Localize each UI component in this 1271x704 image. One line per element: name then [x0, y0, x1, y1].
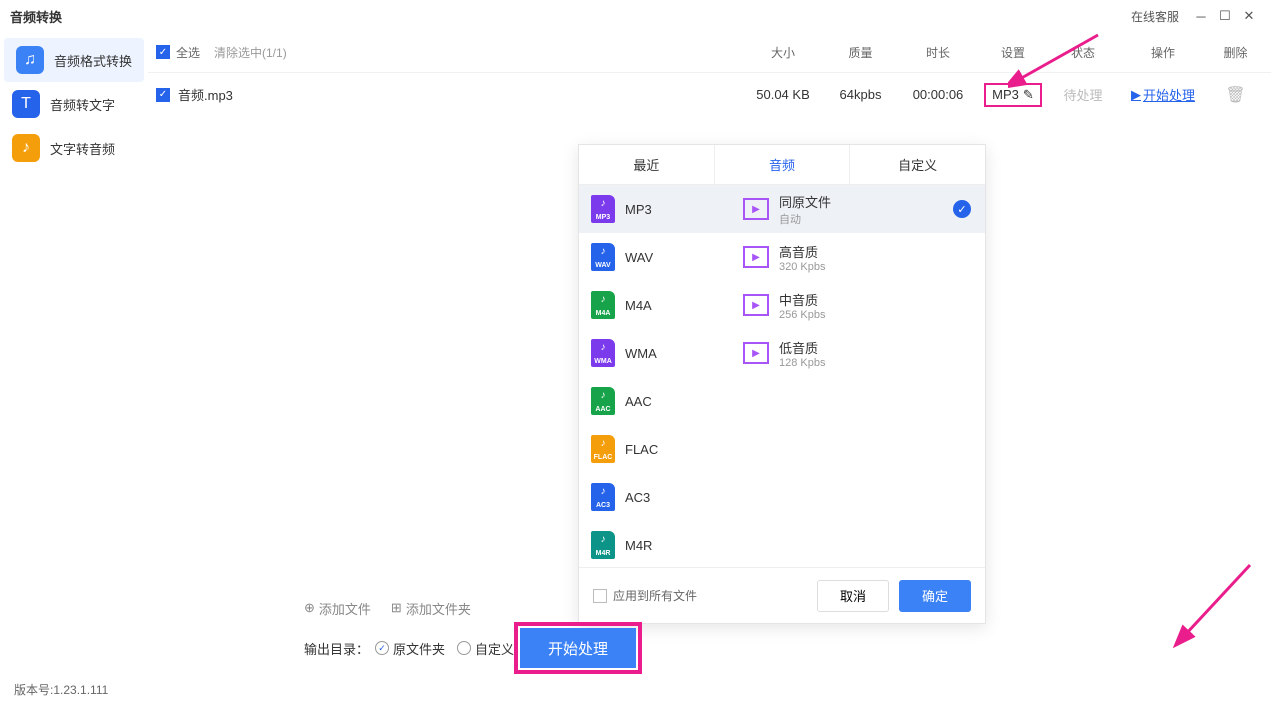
add-file-button[interactable]: ⊕添加文件 — [304, 599, 371, 618]
titlebar: 音频转换 在线客服 ─ ☐ ✕ — [0, 0, 1271, 32]
col-size: 大小 — [743, 44, 823, 61]
file-duration: 00:00:06 — [898, 87, 978, 102]
format-list: MP3MP3 WAVWAV M4AM4A WMAWMA AACAAC FLACF… — [579, 185, 729, 567]
col-quality: 质量 — [823, 44, 898, 61]
file-setting[interactable]: MP3✎ — [978, 83, 1048, 107]
quality-low[interactable]: ▶ 低音质128 Kpbs — [729, 329, 985, 377]
audio-convert-icon: ♫ — [16, 46, 44, 74]
text-to-audio-icon: ♪ — [12, 134, 40, 162]
format-wav[interactable]: WAVWAV — [579, 233, 729, 281]
bottom-toolbar: ⊕添加文件 ⊞添加文件夹 — [296, 588, 1271, 628]
start-highlight: 开始处理 — [514, 622, 642, 674]
start-process-button[interactable]: 开始处理 — [520, 628, 636, 668]
add-folder-button[interactable]: ⊞添加文件夹 — [391, 599, 471, 618]
video-icon: ▶ — [743, 198, 769, 220]
sidebar-item-label: 文字转音频 — [50, 139, 115, 158]
file-status: 待处理 — [1048, 85, 1118, 104]
file-checkbox[interactable]: ✓ — [156, 88, 170, 102]
video-icon: ▶ — [743, 342, 769, 364]
col-settings: 设置 — [978, 44, 1048, 61]
format-aac[interactable]: AACAAC — [579, 377, 729, 425]
sidebar-item-text-to-audio[interactable]: ♪ 文字转音频 — [0, 126, 148, 170]
folder-plus-icon: ⊞ — [391, 600, 402, 616]
plus-icon: ⊕ — [304, 600, 315, 616]
file-name: 音频.mp3 — [178, 85, 233, 104]
edit-icon: ✎ — [1023, 87, 1034, 103]
output-bar: 输出目录： 原文件夹 自定义 开始处理 — [296, 628, 1271, 668]
format-popup: 最近 音频 自定义 MP3MP3 WAVWAV M4AM4A WMAWMA AA… — [578, 144, 986, 624]
format-flac[interactable]: FLACFLAC — [579, 425, 729, 473]
video-icon: ▶ — [743, 246, 769, 268]
file-row[interactable]: ✓ 音频.mp3 50.04 KB 64kpbs 00:00:06 MP3✎ 待… — [148, 72, 1271, 116]
sidebar-item-audio-to-text[interactable]: T 音频转文字 — [0, 82, 148, 126]
col-operate: 操作 — [1118, 44, 1208, 61]
format-m4a[interactable]: M4AM4A — [579, 281, 729, 329]
app-title: 音频转换 — [10, 7, 62, 26]
maximize-button[interactable]: ☐ — [1213, 4, 1237, 28]
quality-high[interactable]: ▶ 高音质320 Kpbs — [729, 233, 985, 281]
col-status: 状态 — [1048, 44, 1118, 61]
tab-recent[interactable]: 最近 — [579, 145, 714, 184]
sidebar-item-label: 音频格式转换 — [54, 51, 132, 70]
online-support-link[interactable]: 在线客服 — [1131, 8, 1179, 25]
quality-medium[interactable]: ▶ 中音质256 Kpbs — [729, 281, 985, 329]
select-all[interactable]: ✓ 全选 — [156, 44, 200, 61]
sidebar: ♫ 音频格式转换 T 音频转文字 ♪ 文字转音频 — [0, 32, 148, 684]
format-m4r[interactable]: M4RM4R — [579, 521, 729, 567]
file-quality: 64kpbs — [823, 87, 898, 102]
audio-to-text-icon: T — [12, 90, 40, 118]
file-delete[interactable]: 🗑 — [1208, 85, 1263, 105]
quality-list: ▶ 同原文件自动 ✓ ▶ 高音质320 Kpbs ▶ 中音质256 Kpbs ▶ — [729, 185, 985, 567]
output-label: 输出目录： — [304, 639, 369, 658]
file-operate[interactable]: ▶开始处理 — [1118, 85, 1208, 104]
output-original[interactable]: 原文件夹 — [375, 639, 445, 658]
list-header: ✓ 全选 清除选中(1/1) 大小 质量 时长 设置 状态 操作 删除 — [148, 32, 1271, 72]
close-button[interactable]: ✕ — [1237, 4, 1261, 28]
col-duration: 时长 — [898, 44, 978, 61]
video-icon: ▶ — [743, 294, 769, 316]
sidebar-item-label: 音频转文字 — [50, 95, 115, 114]
clear-selection[interactable]: 清除选中(1/1) — [214, 44, 287, 61]
output-custom[interactable]: 自定义 — [457, 639, 514, 658]
format-wma[interactable]: WMAWMA — [579, 329, 729, 377]
play-icon: ▶ — [1131, 87, 1141, 103]
check-icon: ✓ — [953, 200, 971, 218]
format-ac3[interactable]: AC3AC3 — [579, 473, 729, 521]
tab-audio[interactable]: 音频 — [714, 145, 850, 184]
format-mp3[interactable]: MP3MP3 — [579, 185, 729, 233]
select-all-checkbox[interactable]: ✓ — [156, 45, 170, 59]
file-size: 50.04 KB — [743, 87, 823, 102]
tab-custom[interactable]: 自定义 — [849, 145, 985, 184]
quality-original[interactable]: ▶ 同原文件自动 ✓ — [729, 185, 985, 233]
sidebar-item-audio-convert[interactable]: ♫ 音频格式转换 — [4, 38, 144, 82]
minimize-button[interactable]: ─ — [1189, 4, 1213, 28]
col-delete: 删除 — [1208, 44, 1263, 61]
version-label: 版本号:1.23.1.111 — [14, 681, 108, 698]
